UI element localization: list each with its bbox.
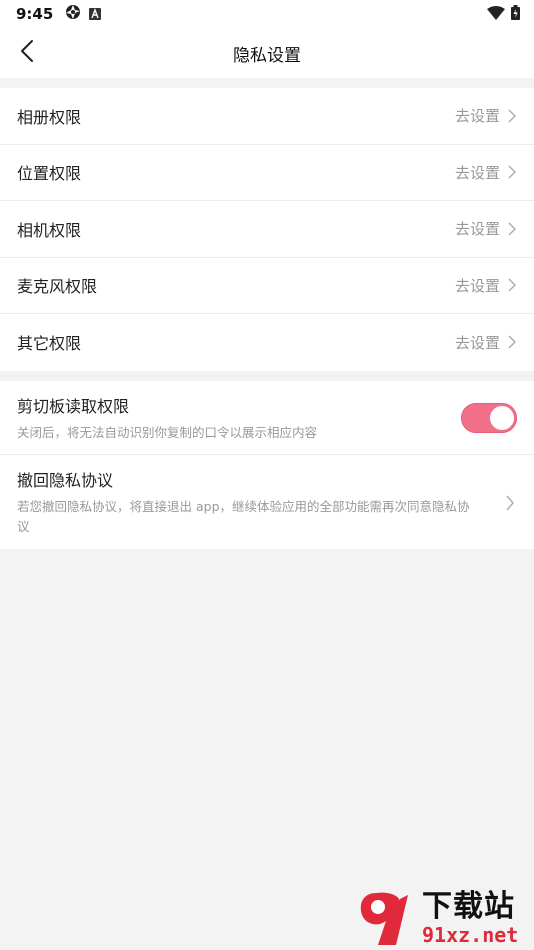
chevron-right-icon [506,278,518,292]
chevron-right-icon [506,335,518,349]
clipboard-title: 剪切板读取权限 [17,396,130,416]
go-settings-link[interactable]: 去设置 [455,218,500,239]
revoke-description: 若您撤回隐私协议，将直接退出 app，继续体验应用的全部功能需再次同意隐私协议 [17,498,470,534]
chevron-right-icon [506,109,518,123]
permission-label: 相册权限 [17,107,82,127]
page-title: 隐私设置 [233,45,301,66]
section-gap [0,370,534,381]
privacy-options: 剪切板读取权限 关闭后，将无法自动识别你复制的口令以展示相应内容 撤回隐私协议 … [0,380,534,549]
permission-label: 麦克风权限 [17,277,98,297]
clipboard-permission-row: 剪切板读取权限 关闭后，将无法自动识别你复制的口令以展示相应内容 [0,381,534,455]
permission-row-camera[interactable]: 相机权限 去设置 [0,201,534,258]
permission-label: 其它权限 [17,334,82,354]
permission-row-location[interactable]: 位置权限 去设置 [0,145,534,201]
status-time: 9:45 [16,5,54,23]
revoke-privacy-row[interactable]: 撤回隐私协议 若您撤回隐私协议，将直接退出 app，继续体验应用的全部功能需再次… [0,455,534,549]
permissions-list: 相册权限 去设置 位置权限 去设置 相机权限 去设置 麦克风权限 去设置 其它权… [0,88,534,371]
chevron-right-icon [504,495,516,515]
watermark-url: 91xz.net [422,923,519,947]
site-watermark: 下载站 91xz.net [356,886,528,950]
clipboard-description: 关闭后，将无法自动识别你复制的口令以展示相应内容 [17,424,318,440]
wifi-icon [487,5,505,24]
chevron-right-icon [506,222,518,236]
section-gap [0,78,534,88]
app-notification-icon [89,5,102,24]
aperture-icon [65,4,81,24]
watermark-logo-icon [356,887,418,949]
toggle-knob [490,405,514,430]
revoke-title: 撤回隐私协议 [17,470,114,490]
permission-row-photos[interactable]: 相册权限 去设置 [0,88,534,145]
chevron-right-icon [506,165,518,179]
watermark-text: 下载站 [422,889,515,924]
back-arrow-icon [20,39,34,67]
go-settings-link[interactable]: 去设置 [455,275,500,296]
permission-row-microphone[interactable]: 麦克风权限 去设置 [0,258,534,314]
go-settings-link[interactable]: 去设置 [455,105,500,126]
go-settings-link[interactable]: 去设置 [455,162,500,183]
permission-label: 相机权限 [17,220,82,240]
battery-icon [511,5,520,24]
nav-bar: 隐私设置 [0,28,534,78]
clipboard-toggle[interactable] [461,402,517,433]
status-bar: 9:45 [0,0,534,28]
permission-row-other[interactable]: 其它权限 去设置 [0,314,534,371]
back-button[interactable] [12,38,42,68]
permission-label: 位置权限 [17,164,82,184]
go-settings-link[interactable]: 去设置 [455,332,500,353]
